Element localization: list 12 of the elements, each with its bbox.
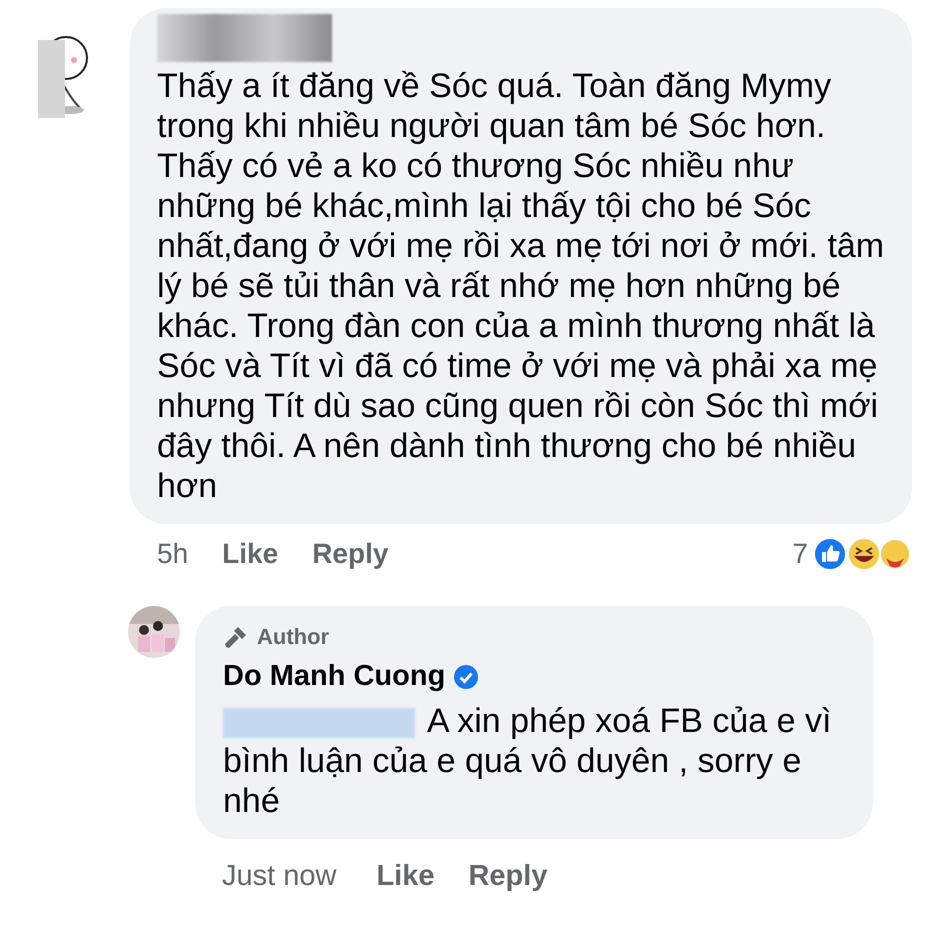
comment-text: Thấy a ít đăng về Sóc quá. Toàn đăng Mymy trong khi nhiều người quan tâm bé Sóc hơn. Thấy có vẻ a ko có thương Sóc nhiều như những bé khác,mình lại thấy tội cho bé Sóc nhất,đang ở với mẹ rồi xa mẹ tới nơi ở mới. tâm lý bé sẽ tủi thân và rất nhớ mẹ hơn những bé khác. Trong đàn con của a mình thương nhất là Sóc và Tít vì đã có time ở với mẹ và phải xa mẹ nhưng Tít dù sao cũng quen rồi còn Sóc thì mới đây thôi. A nên dành tình thương cho bé nhiều hơn [157, 66, 886, 506]
reaction-count: 7 [792, 537, 808, 571]
timestamp: Just now [222, 858, 336, 894]
like-link[interactable]: Like [222, 533, 278, 575]
reply-link[interactable]: Reply [468, 854, 548, 898]
like-link[interactable]: Like [376, 854, 434, 898]
author-name[interactable]: Do Manh Cuong [223, 655, 446, 698]
avatar [128, 606, 180, 658]
author-label: Author [257, 623, 330, 651]
timestamp: 5h [157, 537, 188, 571]
reply-text: A xin phép xoá FB của e vì bình luận của e quá vô duyên , sorry e nhé [223, 702, 832, 820]
reply-link[interactable]: Reply [312, 533, 388, 575]
